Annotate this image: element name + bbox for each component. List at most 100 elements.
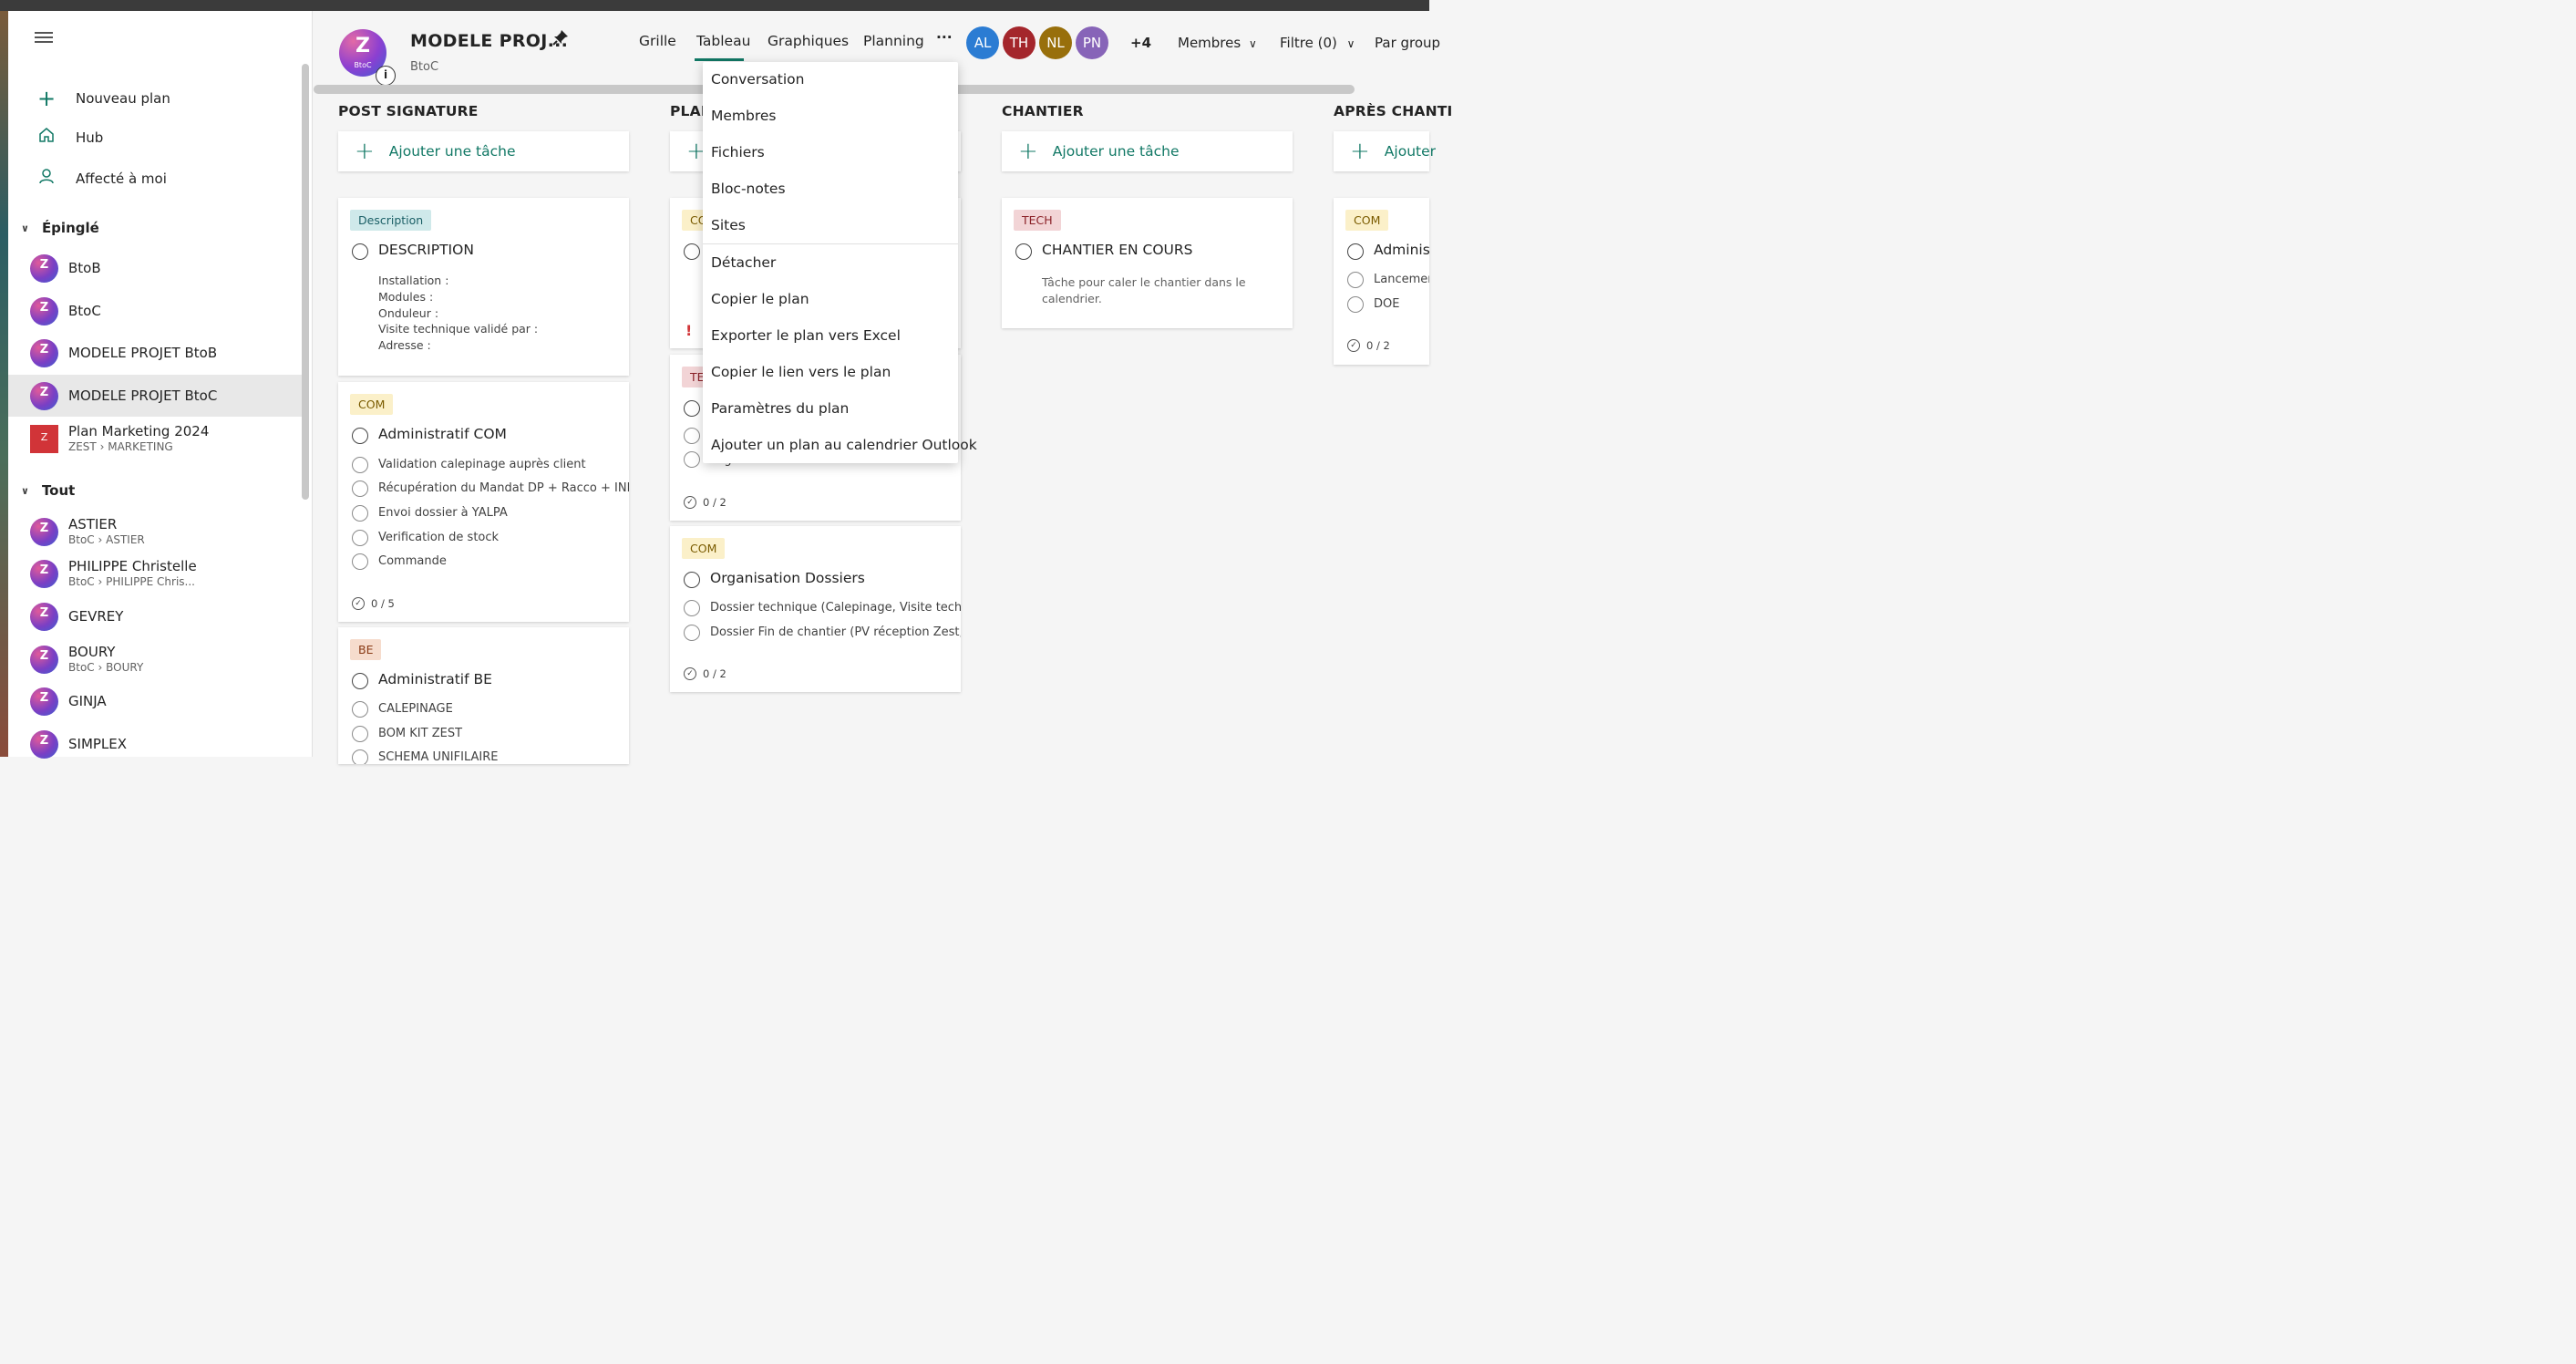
- plan-item-astier[interactable]: ASTIER BtoC › ASTIER: [8, 511, 302, 553]
- extra-members-count[interactable]: +4: [1130, 35, 1151, 51]
- checklist-item-checkbox[interactable]: [684, 625, 700, 641]
- hamburger-menu-icon[interactable]: [35, 29, 53, 46]
- breadcrumb-group: BtoC: [68, 661, 95, 674]
- plan-avatar: [30, 381, 58, 410]
- bucket-title[interactable]: APRÈS CHANTI: [1334, 103, 1453, 119]
- members-dropdown[interactable]: Membres ∨: [1178, 35, 1257, 51]
- tab-planning[interactable]: Planning: [863, 33, 924, 49]
- plan-item-btoc[interactable]: BtoC: [8, 290, 302, 332]
- chevron-down-icon: ∨: [1248, 37, 1257, 50]
- sidebar-scrollbar[interactable]: [302, 64, 309, 500]
- plan-item-modele-btoc[interactable]: MODELE PROJET BtoC: [8, 375, 302, 417]
- new-plan-button[interactable]: + Nouveau plan: [8, 86, 300, 111]
- menu-item-conversation[interactable]: Conversation: [711, 71, 804, 88]
- complete-task-checkbox[interactable]: [1015, 243, 1032, 260]
- home-icon: [36, 126, 57, 149]
- plan-item-philippe[interactable]: PHILIPPE Christelle BtoC › PHILIPPE Chri…: [8, 553, 302, 594]
- checklist-item-checkbox[interactable]: [352, 530, 368, 546]
- plan-item-ginja[interactable]: GINJA: [8, 680, 302, 722]
- more-options-icon[interactable]: ···: [936, 29, 953, 46]
- plan-name: BtoB: [68, 260, 101, 276]
- member-avatar[interactable]: AL: [966, 26, 999, 59]
- menu-item-copy-link[interactable]: Copier le lien vers le plan: [711, 364, 891, 380]
- checklist-item-checkbox[interactable]: [352, 726, 368, 742]
- checklist-item-checkbox[interactable]: [1347, 272, 1364, 288]
- task-description: Tâche pour caler le chantier dans le cal…: [1042, 275, 1246, 305]
- plan-breadcrumb: BtoC › ASTIER: [68, 532, 145, 547]
- hub-link[interactable]: Hub: [8, 126, 300, 149]
- plan-item-btob[interactable]: BtoB: [8, 247, 302, 289]
- new-plan-label: Nouveau plan: [76, 90, 170, 107]
- label-badge: COM: [682, 538, 726, 559]
- plan-item-boury[interactable]: BOURY BtoC › BOURY: [8, 638, 302, 680]
- filter-dropdown[interactable]: Filtre (0) ∨: [1280, 35, 1355, 51]
- plus-icon: +: [355, 138, 375, 165]
- checklist-item-checkbox[interactable]: [684, 451, 700, 468]
- bucket-title[interactable]: CHANTIER: [1002, 103, 1084, 119]
- pin-icon[interactable]: [552, 29, 569, 50]
- menu-item-export-excel[interactable]: Exporter le plan vers Excel: [711, 327, 901, 344]
- plan-item-simplex[interactable]: SIMPLEX: [8, 723, 302, 765]
- complete-task-checkbox[interactable]: [684, 400, 700, 417]
- checklist-item-checkbox[interactable]: [352, 701, 368, 718]
- complete-task-checkbox[interactable]: [684, 572, 700, 588]
- member-avatar[interactable]: NL: [1039, 26, 1072, 59]
- add-task-label: Ajouter: [1384, 143, 1436, 160]
- person-icon: [36, 167, 57, 190]
- menu-divider: [703, 243, 958, 244]
- add-task-button[interactable]: + Ajouter une tâche: [338, 131, 629, 171]
- member-avatar[interactable]: TH: [1003, 26, 1036, 59]
- menu-item-copy-plan[interactable]: Copier le plan: [711, 291, 809, 307]
- checklist-item-checkbox[interactable]: [352, 505, 368, 522]
- complete-task-checkbox[interactable]: [352, 428, 368, 444]
- add-task-button[interactable]: + Ajouter une tâche: [1002, 131, 1293, 171]
- tab-graphiques[interactable]: Graphiques: [768, 33, 849, 49]
- menu-item-add-to-outlook[interactable]: Ajouter un plan au calendrier Outlook: [711, 437, 977, 453]
- tab-grille[interactable]: Grille: [639, 33, 676, 49]
- menu-item-sites[interactable]: Sites: [711, 217, 746, 233]
- menu-item-detach[interactable]: Détacher: [711, 254, 776, 271]
- task-card[interactable]: BE Administratif BE CALEPINAGE BOM KIT Z…: [338, 627, 629, 764]
- member-avatar[interactable]: PN: [1076, 26, 1108, 59]
- plan-item-modele-btob[interactable]: MODELE PROJET BtoB: [8, 332, 302, 374]
- complete-task-checkbox[interactable]: [352, 243, 368, 260]
- checklist-item: BOM KIT ZEST: [378, 727, 463, 740]
- info-icon[interactable]: i: [376, 66, 396, 86]
- pinned-section-toggle[interactable]: ∨ Épinglé: [21, 220, 99, 236]
- task-card[interactable]: COM Organisation Dossiers Dossier techni…: [670, 526, 961, 692]
- plan-item-gevrey[interactable]: GEVREY: [8, 595, 302, 637]
- plan-title[interactable]: MODELE PROJ...: [410, 31, 568, 51]
- checklist-item-checkbox[interactable]: [352, 749, 368, 764]
- label-badge: TECH: [1014, 210, 1061, 231]
- task-card[interactable]: COM Administratif COM Validation calepin…: [338, 382, 629, 622]
- checklist-item-checkbox[interactable]: [352, 457, 368, 473]
- menu-item-notebook[interactable]: Bloc-notes: [711, 181, 786, 197]
- checklist-item-checkbox[interactable]: [684, 428, 700, 444]
- plan-name: MODELE PROJET BtoC: [68, 388, 218, 404]
- task-card[interactable]: Description DESCRIPTION Installation : M…: [338, 198, 629, 376]
- add-task-button[interactable]: + Ajouter: [1334, 131, 1436, 171]
- plan-name: Plan Marketing 2024: [68, 423, 210, 439]
- checklist-item-checkbox[interactable]: [352, 553, 368, 570]
- checklist-item-checkbox[interactable]: [684, 600, 700, 616]
- task-card[interactable]: COM Administ Lancement DOE ✓ 0 / 2: [1334, 198, 1429, 365]
- plan-item-marketing[interactable]: Plan Marketing 2024 ZEST › MARKETING: [8, 418, 302, 460]
- checklist-item-checkbox[interactable]: [352, 480, 368, 497]
- tab-tableau[interactable]: Tableau: [696, 33, 750, 49]
- assigned-to-me-link[interactable]: Affecté à moi: [8, 167, 300, 190]
- plus-icon: +: [1018, 138, 1038, 165]
- menu-item-files[interactable]: Fichiers: [711, 144, 765, 160]
- menu-item-members[interactable]: Membres: [711, 108, 777, 124]
- task-card[interactable]: TECH CHANTIER EN COURS Tâche pour caler …: [1002, 198, 1293, 328]
- group-by-dropdown[interactable]: Par group: [1375, 35, 1440, 51]
- plan-avatar: [30, 602, 58, 631]
- complete-task-checkbox[interactable]: [352, 673, 368, 689]
- checklist-item-checkbox[interactable]: [1347, 296, 1364, 313]
- bucket-title[interactable]: POST SIGNATURE: [338, 103, 479, 119]
- menu-item-plan-settings[interactable]: Paramètres du plan: [711, 400, 849, 417]
- complete-task-checkbox[interactable]: [684, 243, 700, 260]
- all-section-toggle[interactable]: ∨ Tout: [21, 482, 75, 499]
- complete-task-checkbox[interactable]: [1347, 243, 1364, 260]
- checklist-count-text: 0 / 5: [371, 597, 395, 610]
- chevron-right-icon: ›: [98, 661, 103, 674]
